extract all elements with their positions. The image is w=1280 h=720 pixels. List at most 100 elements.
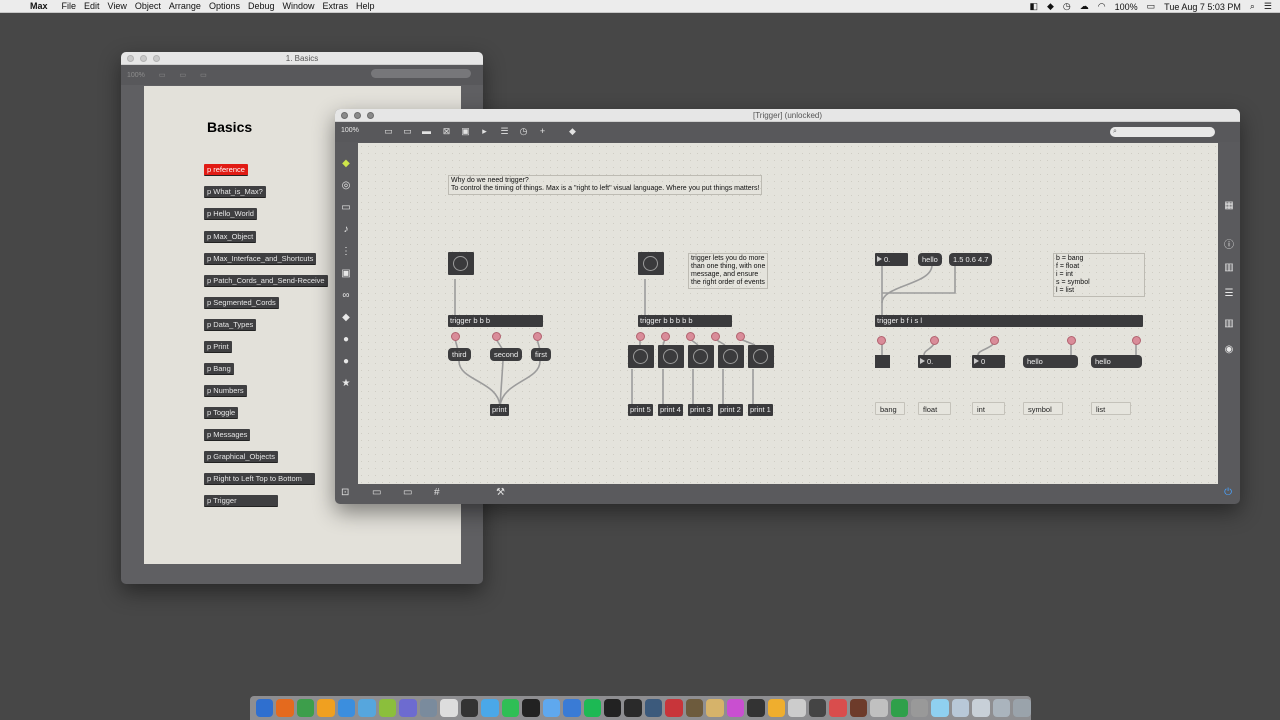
app-icon[interactable] bbox=[747, 699, 765, 717]
subpatcher-reference[interactable]: p reference bbox=[204, 164, 248, 176]
battery-icon[interactable]: ▭ bbox=[1147, 1, 1156, 12]
minimize-button[interactable] bbox=[354, 112, 361, 119]
menu-help[interactable]: Help bbox=[356, 1, 383, 11]
presentation-toggle-icon[interactable]: ▭ bbox=[383, 126, 394, 137]
firefox-icon[interactable] bbox=[276, 699, 294, 717]
app-icon[interactable] bbox=[378, 699, 397, 717]
paint-bucket-icon[interactable]: ◆ bbox=[567, 126, 578, 137]
subpatcher-right-to-left[interactable]: p Right to Left Top to Bottom bbox=[204, 473, 315, 485]
subpatcher-data-types[interactable]: p Data_Types bbox=[204, 319, 257, 331]
menu-extras[interactable]: Extras bbox=[323, 1, 357, 11]
float-number-box[interactable]: 0. bbox=[875, 253, 908, 266]
app-icon[interactable] bbox=[788, 699, 806, 717]
wifi-icon[interactable]: ◠ bbox=[1098, 1, 1106, 12]
close-button[interactable] bbox=[341, 112, 348, 119]
app-icon[interactable] bbox=[829, 699, 847, 717]
print-object[interactable]: print 4 bbox=[658, 404, 683, 416]
trigger-object[interactable]: trigger b b b bbox=[448, 315, 543, 327]
app-icon[interactable] bbox=[317, 699, 335, 717]
cloud-icon[interactable]: ☁ bbox=[1080, 1, 1089, 12]
toolbar-icon[interactable]: ▭ bbox=[200, 71, 207, 79]
app-icon[interactable] bbox=[808, 699, 827, 717]
link-icon[interactable]: ∞ bbox=[335, 290, 357, 301]
menu-file[interactable]: File bbox=[62, 1, 85, 11]
print-object[interactable]: print 1 bbox=[748, 404, 773, 416]
app-icon[interactable] bbox=[644, 699, 663, 717]
folder-icon[interactable] bbox=[972, 699, 990, 717]
message-box[interactable]: third bbox=[448, 348, 471, 361]
subpatcher-patch-cords[interactable]: p Patch_Cords_and_Send-Receive bbox=[204, 275, 328, 287]
menu-window[interactable]: Window bbox=[283, 1, 323, 11]
app-icon[interactable] bbox=[399, 699, 417, 717]
toolbar-icon[interactable]: ▭ bbox=[180, 71, 187, 79]
trigger-zoom[interactable]: 100% bbox=[341, 127, 359, 134]
subpatcher-print[interactable]: p Print bbox=[204, 341, 232, 353]
trash-icon[interactable] bbox=[1013, 699, 1031, 717]
live-icon[interactable] bbox=[603, 699, 622, 717]
basics-search-field[interactable] bbox=[371, 69, 471, 78]
trigger-titlebar[interactable]: [Trigger] (unlocked) bbox=[335, 109, 1240, 122]
folder-icon[interactable] bbox=[931, 699, 949, 717]
info-icon[interactable]: ⓘ bbox=[1218, 236, 1240, 251]
subpatcher-toggle[interactable]: p Toggle bbox=[204, 407, 239, 419]
max-icon[interactable] bbox=[624, 699, 642, 717]
layout-icon[interactable]: ▭ bbox=[402, 126, 413, 137]
toolbar-icon[interactable]: ▭ bbox=[159, 71, 166, 79]
trigger-object[interactable]: trigger b f i s l bbox=[875, 315, 1143, 327]
message-box[interactable]: second bbox=[490, 348, 523, 361]
wrench-icon[interactable]: ⚒ bbox=[496, 487, 505, 498]
print-object[interactable]: print bbox=[490, 404, 509, 416]
print-object[interactable]: print 2 bbox=[718, 404, 743, 416]
app-icon[interactable] bbox=[726, 699, 745, 717]
close-button[interactable] bbox=[127, 55, 134, 62]
bang-button[interactable] bbox=[718, 345, 744, 368]
battery-percent[interactable]: 100% bbox=[1115, 2, 1138, 12]
grid-view-icon[interactable]: ▦ bbox=[1218, 200, 1240, 211]
whatsapp-icon[interactable] bbox=[501, 699, 520, 717]
present-screen-icon[interactable]: ▭ bbox=[403, 487, 412, 498]
present-icon[interactable]: ▸ bbox=[479, 126, 490, 137]
app-icon[interactable] bbox=[563, 699, 581, 717]
speaker-icon[interactable]: ◎ bbox=[335, 180, 357, 191]
trigger-object[interactable]: trigger b b b b b bbox=[638, 315, 732, 327]
plugin-icon[interactable]: ◆ bbox=[335, 312, 357, 323]
app-icon[interactable] bbox=[706, 699, 724, 717]
subpatcher-trigger[interactable]: p Trigger bbox=[204, 495, 278, 507]
message-box-hello[interactable]: hello bbox=[918, 253, 942, 266]
app-icon[interactable] bbox=[849, 699, 868, 717]
clock[interactable]: Tue Aug 7 5:03 PM bbox=[1164, 2, 1241, 12]
folder-icon[interactable] bbox=[951, 699, 970, 717]
sequencer-icon[interactable]: ⋮ bbox=[335, 246, 357, 257]
jitter-icon[interactable]: ● bbox=[335, 334, 357, 345]
zoom-button[interactable] bbox=[367, 112, 374, 119]
app-icon[interactable] bbox=[665, 699, 683, 717]
print-object[interactable]: print 5 bbox=[628, 404, 653, 416]
app-icon[interactable] bbox=[542, 699, 561, 717]
menu-app[interactable]: Max bbox=[30, 1, 62, 11]
message-box[interactable]: first bbox=[531, 348, 552, 361]
app-icon[interactable] bbox=[685, 699, 704, 717]
subpatcher-messages[interactable]: p Messages bbox=[204, 429, 251, 441]
menu-object[interactable]: Object bbox=[135, 1, 169, 11]
subpatcher-graphical-objects[interactable]: p Graphical_Objects bbox=[204, 451, 278, 463]
list-icon[interactable]: ☰ bbox=[499, 126, 510, 137]
app-icon[interactable] bbox=[419, 699, 438, 717]
basics-zoom[interactable]: 100% bbox=[127, 72, 145, 79]
app-icon[interactable] bbox=[358, 699, 376, 717]
symbol-output-message[interactable]: hello bbox=[1023, 355, 1078, 368]
app-icon[interactable] bbox=[522, 699, 540, 717]
notification-center-icon[interactable]: ☰ bbox=[1264, 1, 1272, 12]
minimize-button[interactable] bbox=[140, 55, 147, 62]
tray-icon[interactable]: ◧ bbox=[1029, 1, 1038, 12]
presentation-icon[interactable]: ▭ bbox=[372, 487, 381, 498]
subpatcher-max-object[interactable]: p Max_Object bbox=[204, 231, 257, 243]
menu-view[interactable]: View bbox=[108, 1, 135, 11]
comment-icon[interactable]: ▬ bbox=[421, 126, 432, 137]
image-icon[interactable]: ▣ bbox=[335, 268, 357, 279]
chrome-icon[interactable] bbox=[296, 699, 315, 717]
menu-arrange[interactable]: Arrange bbox=[169, 1, 209, 11]
subpatcher-bang[interactable]: p Bang bbox=[204, 363, 234, 375]
subpatcher-hello-world[interactable]: p Hello_World bbox=[204, 208, 257, 220]
zoom-button[interactable] bbox=[153, 55, 160, 62]
list-output-message[interactable]: hello bbox=[1091, 355, 1142, 368]
